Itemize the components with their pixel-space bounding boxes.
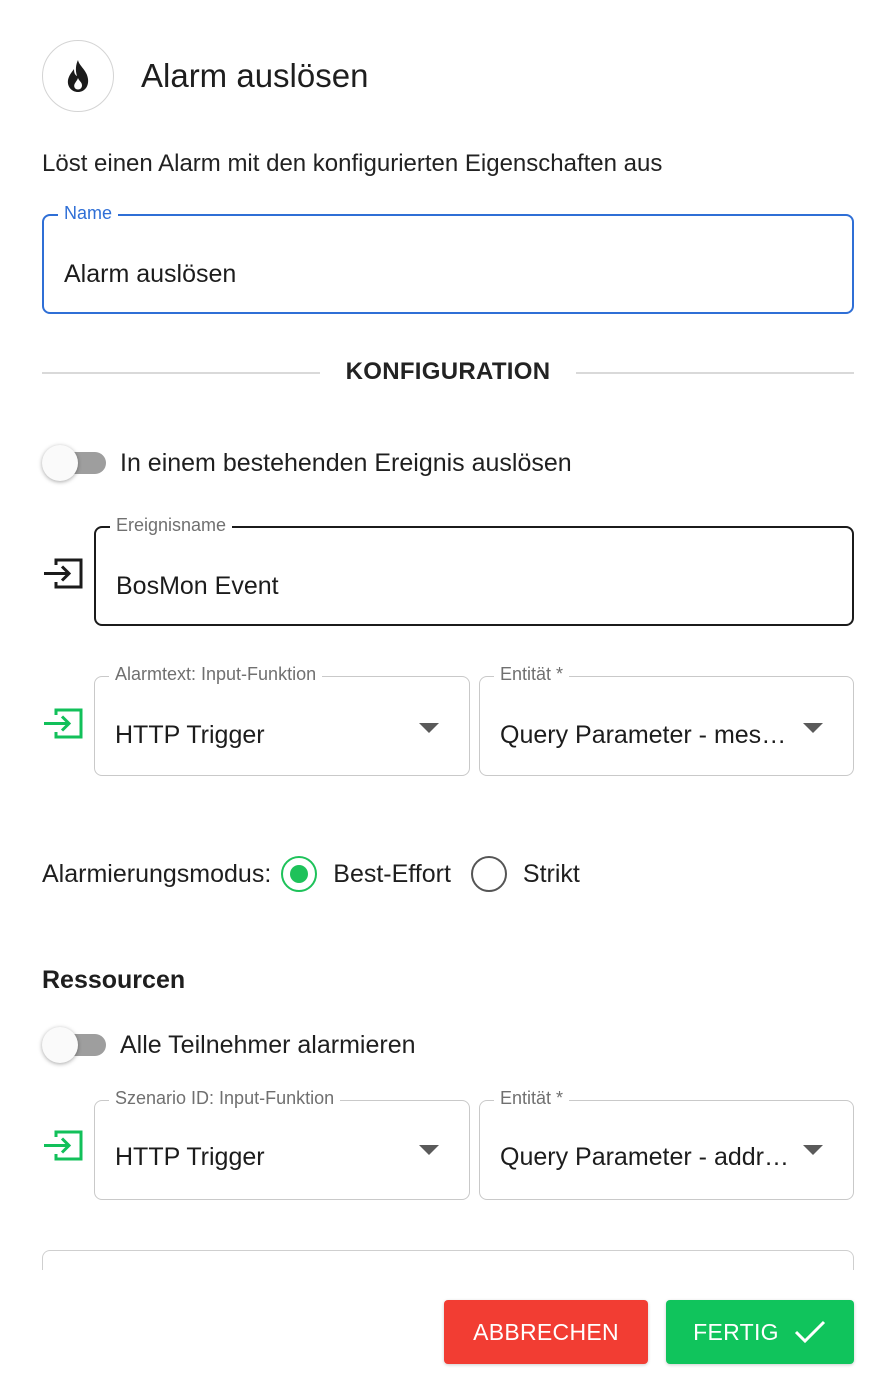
event-name-label: Ereignisname <box>110 515 233 536</box>
alarm-mode-label: Alarmierungsmodus: <box>42 859 272 888</box>
radio-best-effort-label[interactable]: Best-Effort <box>333 860 451 889</box>
scenario-function-select[interactable]: Szenario ID: Input-Funktion HTTP Trigger <box>94 1088 470 1200</box>
input-icon <box>42 556 84 590</box>
scenario-entity-select[interactable]: Entität * Query Parameter - address <box>479 1088 854 1200</box>
alarm-text-function-value: HTTP Trigger <box>115 721 265 749</box>
all-participants-toggle-label: Alle Teilnehmer alarmieren <box>120 1030 416 1059</box>
toggle-thumb <box>42 445 78 481</box>
alarm-text-function-select[interactable]: Alarmtext: Input-Funktion HTTP Trigger <box>94 664 470 776</box>
alarm-text-entity-label: Entität * <box>494 664 570 685</box>
radio-strikt-label[interactable]: Strikt <box>523 860 580 889</box>
scenario-entity-label: Entität * <box>494 1088 570 1109</box>
config-section-title: KONFIGURATION <box>345 358 551 385</box>
event-name-field[interactable]: Ereignisname BosMon Event <box>94 515 854 626</box>
scenario-entity-value: Query Parameter - address <box>500 1143 793 1171</box>
name-field-value: Alarm auslösen <box>64 260 237 288</box>
flame-icon <box>42 40 114 112</box>
chevron-down-icon <box>803 1145 823 1155</box>
cancel-button[interactable]: ABBRECHEN <box>444 1300 648 1364</box>
toggle-thumb <box>42 1027 78 1063</box>
alarm-text-entity-select[interactable]: Entität * Query Parameter - message <box>479 664 854 776</box>
input-icon <box>42 1128 84 1162</box>
done-button-label: FERTIG <box>693 1318 779 1345</box>
dialog-title: Alarm auslösen <box>141 57 369 94</box>
alarm-text-entity-value: Query Parameter - message <box>500 721 793 749</box>
dialog-header: Alarm auslösen <box>42 40 368 112</box>
dialog-description: Löst einen Alarm mit den konfigurierten … <box>42 150 663 177</box>
done-button[interactable]: FERTIG <box>666 1300 854 1364</box>
scenario-function-value: HTTP Trigger <box>115 1143 265 1171</box>
chevron-down-icon <box>419 1145 439 1155</box>
chevron-down-icon <box>803 723 823 733</box>
existing-event-toggle-row: In einem bestehenden Ereignis auslösen <box>42 443 572 483</box>
all-participants-toggle[interactable] <box>42 1025 106 1065</box>
config-divider: KONFIGURATION <box>42 358 854 388</box>
cancel-button-label: ABBRECHEN <box>473 1318 619 1345</box>
input-icon <box>42 706 84 740</box>
alarm-mode-radio-group: Alarmierungsmodus: Best-Effort Strikt <box>42 852 598 896</box>
check-icon <box>794 1320 825 1344</box>
radio-strikt[interactable] <box>470 856 507 892</box>
all-participants-toggle-row: Alle Teilnehmer alarmieren <box>42 1025 416 1065</box>
alarm-text-function-label: Alarmtext: Input-Funktion <box>109 664 323 685</box>
radio-best-effort[interactable] <box>281 856 318 892</box>
resources-heading: Ressourcen <box>42 966 186 994</box>
chevron-down-icon <box>419 723 439 733</box>
existing-event-toggle[interactable] <box>42 443 106 483</box>
scenario-function-label: Szenario ID: Input-Funktion <box>109 1088 341 1109</box>
event-name-value: BosMon Event <box>116 572 279 600</box>
name-field[interactable]: Name Alarm auslösen <box>42 203 854 314</box>
name-field-label: Name <box>58 203 119 224</box>
existing-event-toggle-label: In einem bestehenden Ereignis auslösen <box>120 448 572 477</box>
